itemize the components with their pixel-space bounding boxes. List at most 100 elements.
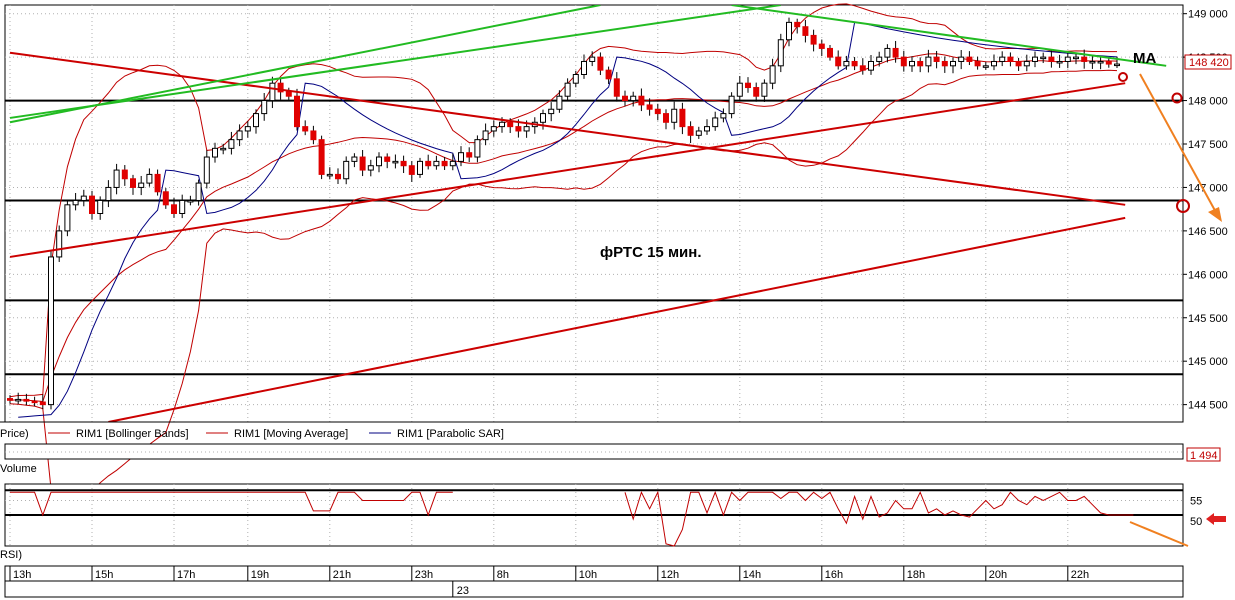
candle-body-up xyxy=(195,182,202,201)
chart-canvas: 149 000148 500148 000147 500147 000146 5… xyxy=(0,3,1232,598)
candle-body-up xyxy=(769,65,776,84)
time-tick-label: 16h xyxy=(825,569,843,581)
candle-body-down xyxy=(966,56,973,62)
price-tick-label: 147 000 xyxy=(1188,182,1228,194)
price-tick-label: 149 000 xyxy=(1188,9,1228,21)
candle-body-down xyxy=(835,56,842,67)
candle-body-up xyxy=(179,199,186,214)
candle-body-up xyxy=(261,100,268,115)
candle-body-up xyxy=(712,117,719,128)
price-tick-label: 146 000 xyxy=(1188,269,1228,281)
candle-body-down xyxy=(154,173,161,193)
time-tick-label: 21h xyxy=(333,569,351,581)
candle-body-down xyxy=(900,56,907,67)
rsi-tick-label: 50 xyxy=(1190,516,1202,528)
price-tick-label: 146 500 xyxy=(1188,226,1228,238)
time-tick-label: 15h xyxy=(95,569,113,581)
candle-body-up xyxy=(244,126,251,132)
candle-body-up xyxy=(884,47,891,58)
candle-body-down xyxy=(663,113,669,123)
price-tick-label: 145 500 xyxy=(1188,313,1228,325)
candle-body-down xyxy=(851,60,858,67)
candle-body-down xyxy=(335,173,341,180)
candle-body-up xyxy=(589,56,596,62)
candle xyxy=(56,225,63,262)
candle-body-up xyxy=(704,126,710,132)
candle-body-up xyxy=(15,398,22,402)
candle-body-up xyxy=(950,60,956,67)
candle-body-up xyxy=(1056,60,1063,64)
price-tick-label: 147 500 xyxy=(1188,139,1228,151)
candle-body-up xyxy=(876,56,883,62)
time-tick-label: 23h xyxy=(415,569,433,581)
candle-body-up xyxy=(991,60,997,67)
rsi-label: RSI) xyxy=(0,549,22,561)
candle-body-down xyxy=(408,165,415,175)
candle xyxy=(318,135,325,180)
candle-body-up xyxy=(982,65,989,68)
candle-body-down xyxy=(892,47,899,58)
candle-body-up xyxy=(564,82,571,97)
chart-title: фРТС 15 мин. xyxy=(600,244,702,261)
candle-body-down xyxy=(466,152,473,158)
candle-body-down xyxy=(1007,56,1014,62)
candle-body-down xyxy=(917,60,924,67)
candle-body-up xyxy=(728,95,735,115)
candle-body-up xyxy=(343,160,350,180)
candle-body-down xyxy=(745,82,751,89)
candle-body-down xyxy=(7,398,13,401)
candle-body-up xyxy=(761,82,768,97)
candle-body-down xyxy=(974,60,981,67)
candle-body-down xyxy=(1015,60,1022,67)
candle-body-down xyxy=(646,104,653,110)
candle-body-up xyxy=(64,204,71,232)
candle-body-up xyxy=(269,82,276,102)
candle-body-down xyxy=(859,65,866,71)
candle-body-down xyxy=(425,160,432,167)
candle-body-up xyxy=(392,160,399,164)
candle-body-down xyxy=(318,139,325,175)
candle-body-down xyxy=(162,191,169,206)
candle-body-up xyxy=(630,95,637,102)
candle-body-down xyxy=(285,91,292,97)
candle-body-down xyxy=(130,178,136,188)
candle-body-up xyxy=(736,82,743,97)
candle-body-down xyxy=(818,43,825,49)
candle-body-up xyxy=(1040,56,1047,60)
time-tick-label: 8h xyxy=(497,569,509,581)
rsi-axis-ticks: 55 50 xyxy=(1190,496,1202,529)
candle-body-down xyxy=(622,95,628,102)
candle-body-up xyxy=(925,56,932,67)
candle-body-down xyxy=(941,60,948,67)
price-tick-label: 148 000 xyxy=(1188,96,1228,108)
candle-body-up xyxy=(1064,56,1071,62)
rsi-red-arrow-icon xyxy=(1206,513,1226,525)
time-tick-label: 14h xyxy=(743,569,761,581)
candle-body-up xyxy=(581,60,587,75)
candle-body-down xyxy=(753,87,760,97)
time-tick-label: 19h xyxy=(251,569,269,581)
candle-body-up xyxy=(548,108,555,115)
price-tick-label: 144 500 xyxy=(1188,400,1228,412)
candle-body-up xyxy=(138,182,145,188)
candle-body-down xyxy=(605,69,612,80)
candle-body-down xyxy=(810,34,817,45)
candle-body-up xyxy=(499,121,505,128)
candle-body-down xyxy=(384,156,391,162)
candle-body-down xyxy=(638,95,645,106)
candle-body-up xyxy=(1073,56,1079,60)
candle-body-down xyxy=(679,108,686,128)
candle-body-down xyxy=(794,21,801,28)
candle-body-up xyxy=(146,173,153,184)
candle-body-up xyxy=(540,113,546,123)
candle-body-up xyxy=(695,130,702,136)
candle-body-down xyxy=(507,121,514,128)
candle-body-up xyxy=(868,60,874,71)
candle-body-up xyxy=(720,113,727,119)
candle-body-up xyxy=(1097,60,1104,64)
candle-body-up xyxy=(999,56,1006,62)
candle-body-up xyxy=(1114,63,1120,67)
candle-body-down xyxy=(294,95,300,128)
candle-body-up xyxy=(572,74,579,84)
candle-body-down xyxy=(1081,56,1088,62)
